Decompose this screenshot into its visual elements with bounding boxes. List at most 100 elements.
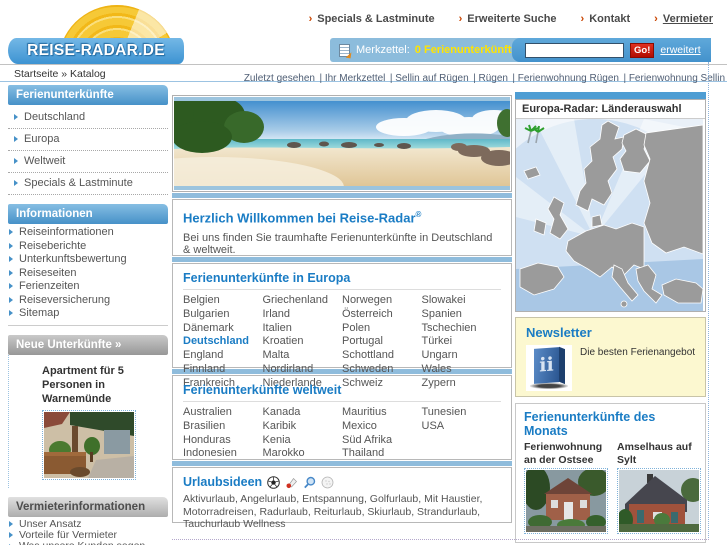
- country-link[interactable]: Karibik: [263, 420, 343, 434]
- quick-link[interactable]: Ferienwohnung Sellin: [623, 73, 725, 84]
- country-link[interactable]: Thailand: [342, 447, 422, 461]
- country-link[interactable]: Australien: [183, 406, 263, 420]
- country-link[interactable]: Nordirland: [263, 363, 343, 377]
- country-link[interactable]: Slowakei: [422, 294, 502, 308]
- sidebar-item[interactable]: Reiseversicherung: [8, 294, 168, 308]
- country-link[interactable]: Süd Afrika: [342, 434, 422, 448]
- new-listing-photo[interactable]: [42, 409, 136, 480]
- quick-link[interactable]: Ferienwohnung Rügen: [512, 73, 619, 84]
- country-link[interactable]: Belgien: [183, 294, 263, 308]
- sidebar-item[interactable]: Sitemap: [8, 307, 168, 321]
- country-link[interactable]: Türkei: [422, 335, 502, 349]
- search-bar: Merkzettel: 0 Ferienunterkünfte Go! erwe…: [330, 38, 711, 62]
- quick-link[interactable]: Sellin auf Rügen: [390, 73, 469, 84]
- sidebar-item-label: Reiseversicherung: [19, 293, 111, 306]
- sidebar-item[interactable]: Weltweit: [8, 151, 168, 173]
- urlaubsideen-text[interactable]: Aktivurlaub, Angelurlaub, Entspannung, G…: [183, 493, 501, 531]
- monat-listing[interactable]: Ferienwohnung an der Ostsee: [524, 441, 608, 534]
- country-link[interactable]: Kanada: [263, 406, 343, 420]
- country-link[interactable]: Finnland: [183, 363, 263, 377]
- sidebar-item-label: Ferienzeiten: [19, 280, 80, 292]
- country-link[interactable]: Malta: [263, 349, 343, 363]
- europa-country-grid: Belgien Bulgarien Dänemark Deutschland Engla…: [183, 294, 501, 391]
- welcome-title: Herzlich Willkommen bei Reise-Radar®: [183, 210, 422, 226]
- monat-listing[interactable]: Amselhaus auf Sylt: [617, 441, 701, 534]
- country-link[interactable]: Irland: [263, 308, 343, 322]
- sidebar-item[interactable]: Reiseseiten: [8, 267, 168, 281]
- search-input[interactable]: [525, 42, 624, 58]
- europe-map[interactable]: [516, 119, 705, 311]
- country-link[interactable]: Dänemark: [183, 322, 263, 336]
- site-logo[interactable]: REISE-RADAR.DE: [8, 2, 190, 64]
- sidebar-item[interactable]: Ferienzeiten: [8, 280, 168, 294]
- country-link[interactable]: Italien: [263, 322, 343, 336]
- top-nav-item[interactable]: › Vermieter: [654, 13, 713, 25]
- country-link[interactable]: Marokko: [263, 447, 343, 461]
- country-link[interactable]: Kenia: [263, 434, 343, 448]
- country-link[interactable]: Mexico: [342, 420, 422, 434]
- quick-link[interactable]: Rügen: [473, 73, 508, 84]
- top-nav-label: Specials & Lastminute: [317, 13, 435, 25]
- country-link[interactable]: USA: [422, 420, 502, 434]
- sidebar-item[interactable]: Specials & Lastminute: [8, 173, 168, 195]
- sidebar-item[interactable]: Unterkunftsbewertung: [8, 253, 168, 267]
- top-nav-item[interactable]: › Erweiterte Suche: [459, 13, 557, 25]
- urlaubsideen-header: Urlaubsideen: [183, 475, 501, 489]
- sidebar-item[interactable]: Europa: [8, 129, 168, 151]
- sidebar-item-label: Specials & Lastminute: [24, 177, 133, 189]
- country-link[interactable]: Tschechien: [422, 322, 502, 336]
- sidebar-item[interactable]: Reiseberichte: [8, 240, 168, 254]
- country-column: Slowakei Spanien Tschechien Türkei Ungarn Wal…: [422, 294, 502, 391]
- arrow-icon: [14, 114, 18, 120]
- country-link[interactable]: Norwegen: [342, 294, 422, 308]
- country-link[interactable]: Griechenland: [263, 294, 343, 308]
- country-link[interactable]: Mauritius: [342, 406, 422, 420]
- country-link[interactable]: Österreich: [342, 308, 422, 322]
- europa-title[interactable]: Ferienunterkünfte in Europa: [183, 271, 501, 290]
- country-column: Mauritius Mexico Süd Afrika Thailand: [342, 406, 422, 461]
- shuttlecock-icon: [286, 477, 298, 488]
- quick-link[interactable]: Ihr Merkzettel: [319, 73, 385, 84]
- country-link[interactable]: Wales: [422, 363, 502, 377]
- country-link[interactable]: Portugal: [342, 335, 422, 349]
- country-link[interactable]: England: [183, 349, 263, 363]
- country-link[interactable]: Schweden: [342, 363, 422, 377]
- country-link[interactable]: Brasilien: [183, 420, 263, 434]
- urlaubsideen-title[interactable]: Urlaubsideen: [183, 475, 262, 489]
- sidebar-item-label: Europa: [24, 133, 60, 145]
- sidebar-item[interactable]: Reiseinformationen: [8, 226, 168, 240]
- country-link[interactable]: Kroatien: [263, 335, 343, 349]
- sidebar-item[interactable]: Was unsere Kunden sagen: [8, 541, 168, 545]
- country-link[interactable]: Tunesien: [422, 406, 502, 420]
- newsletter-box[interactable]: Newsletter ii Die besten Ferienangebote,…: [515, 317, 706, 397]
- arrow-icon: [9, 310, 13, 316]
- new-listing-title[interactable]: Apartment für 5 Personen in Warnemünde: [42, 364, 154, 406]
- breadcrumb[interactable]: Startseite » Katalog: [14, 68, 106, 80]
- top-nav-item[interactable]: › Specials & Lastminute: [309, 13, 435, 25]
- country-link[interactable]: Honduras: [183, 434, 263, 448]
- chevron-icon: ›: [580, 13, 585, 25]
- country-column: Australien Brasilien Honduras Indonesien: [183, 406, 263, 461]
- country-link[interactable]: Ungarn: [422, 349, 502, 363]
- sidebar-item-label: Was unsere Kunden sagen: [19, 540, 145, 545]
- arrow-icon: [9, 532, 13, 539]
- notepad-icon: [339, 43, 350, 57]
- country-link[interactable]: Schweiz: [342, 377, 422, 391]
- country-link[interactable]: Zypern: [422, 377, 502, 391]
- country-link[interactable]: Bulgarien: [183, 308, 263, 322]
- top-nav-item[interactable]: › Kontakt: [581, 13, 631, 25]
- info-cube-icon: ii: [526, 345, 572, 391]
- country-link[interactable]: Deutschland: [183, 335, 263, 349]
- arrow-icon: [9, 229, 13, 235]
- erweitert-link[interactable]: erweitert: [660, 44, 700, 56]
- country-link[interactable]: Spanien: [422, 308, 502, 322]
- quick-link[interactable]: Zuletzt gesehen: [244, 73, 315, 84]
- sidebar-item[interactable]: Deutschland: [8, 107, 168, 129]
- country-link[interactable]: Schottland: [342, 349, 422, 363]
- merkzettel-count: 0 Ferienunterkünfte: [414, 44, 518, 56]
- country-link[interactable]: Polen: [342, 322, 422, 336]
- country-link[interactable]: Indonesien: [183, 447, 263, 461]
- sidebar-header-neue-unterkuenfte[interactable]: Neue Unterkünfte »: [8, 334, 168, 355]
- merkzettel-status[interactable]: Merkzettel: 0 Ferienunterkünfte: [330, 38, 517, 62]
- go-button[interactable]: Go!: [630, 42, 655, 58]
